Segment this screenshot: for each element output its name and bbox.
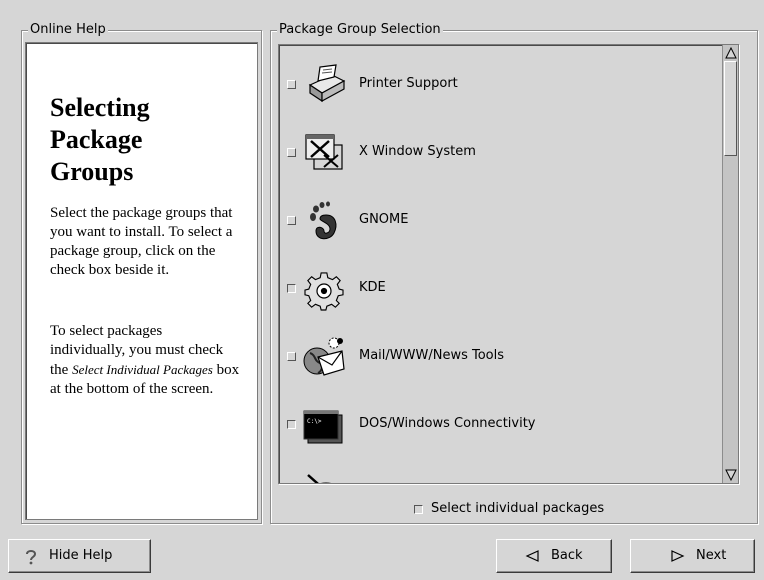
- mail-www-news-tools-checkbox[interactable]: [287, 352, 296, 361]
- scroll-up-arrow-icon[interactable]: [724, 46, 738, 60]
- scroll-down-arrow-icon[interactable]: [724, 468, 738, 482]
- dos-terminal-icon: C:\>: [303, 410, 343, 444]
- list-item-graphics-partial[interactable]: [279, 467, 719, 483]
- help-paragraph-2: To select packages individually, you mus…: [50, 322, 240, 399]
- help-heading-line1: Selecting: [50, 93, 150, 122]
- dos-windows-connectivity-label: DOS/Windows Connectivity: [359, 416, 536, 431]
- scrollbar-thumb[interactable]: [724, 61, 737, 156]
- hide-help-button[interactable]: Hide Help: [8, 539, 151, 573]
- kde-gear-icon: [304, 272, 344, 311]
- dos-windows-connectivity-checkbox[interactable]: [287, 420, 296, 429]
- installer-window: Online Help Selecting Package Groups Sel…: [0, 0, 764, 580]
- kde-checkbox[interactable]: [287, 284, 296, 293]
- mail-www-news-tools-label: Mail/WWW/News Tools: [359, 348, 505, 363]
- hide-help-label: Hide Help: [49, 548, 113, 563]
- x-window-system-label: X Window System: [359, 144, 476, 159]
- next-label: Next: [696, 548, 727, 563]
- printer-icon: [308, 64, 346, 103]
- dos-prompt-text: C:\>: [307, 418, 322, 425]
- package-group-frame-title: Package Group Selection: [277, 22, 443, 38]
- printer-support-label: Printer Support: [359, 76, 458, 91]
- help-question-icon: [26, 550, 37, 565]
- graphics-palette-icon: [307, 474, 332, 483]
- list-item-dos-windows-connectivity[interactable]: C:\> DOS/Windows Connectivity: [279, 399, 719, 449]
- next-arrow-icon: [671, 550, 685, 562]
- gnome-label: GNOME: [359, 212, 409, 227]
- help-paragraph-2-emphasis: Select Individual Packages: [72, 362, 213, 377]
- package-group-list: Printer Support X Window System GNOME KD…: [278, 44, 739, 484]
- select-individual-packages-checkbox[interactable]: [414, 505, 423, 514]
- help-text-pane: Selecting Package Groups Select the pack…: [25, 42, 258, 520]
- kde-label: KDE: [359, 280, 386, 295]
- x-window-system-checkbox[interactable]: [287, 148, 296, 157]
- package-list-scrollbar[interactable]: [722, 45, 738, 483]
- printer-support-checkbox[interactable]: [287, 80, 296, 89]
- help-paragraph-1: Select the package groups that you want …: [50, 205, 233, 278]
- list-item-x-window-system[interactable]: X Window System: [279, 127, 719, 177]
- x-window-icon: [305, 134, 343, 170]
- back-arrow-icon: [525, 550, 539, 562]
- online-help-frame: Online Help Selecting Package Groups Sel…: [21, 22, 262, 524]
- mail-globe-icon: [303, 337, 345, 376]
- back-label: Back: [551, 548, 583, 563]
- list-item-kde[interactable]: KDE: [279, 263, 719, 313]
- list-item-mail-www-news-tools[interactable]: Mail/WWW/News Tools: [279, 331, 719, 381]
- package-group-frame: Package Group Selection Printer Support: [270, 22, 758, 524]
- list-item-printer-support[interactable]: Printer Support: [279, 59, 719, 109]
- online-help-frame-title: Online Help: [28, 22, 108, 38]
- list-item-gnome[interactable]: GNOME: [279, 195, 719, 245]
- gnome-checkbox[interactable]: [287, 216, 296, 225]
- back-button[interactable]: Back: [496, 539, 612, 573]
- help-heading-line3: Groups: [50, 157, 134, 186]
- gnome-foot-icon: [310, 201, 337, 240]
- next-button[interactable]: Next: [630, 539, 755, 573]
- help-heading-line2: Package: [50, 125, 143, 154]
- help-heading: Selecting Package Groups: [50, 92, 250, 188]
- select-individual-packages-label: Select individual packages: [431, 501, 605, 516]
